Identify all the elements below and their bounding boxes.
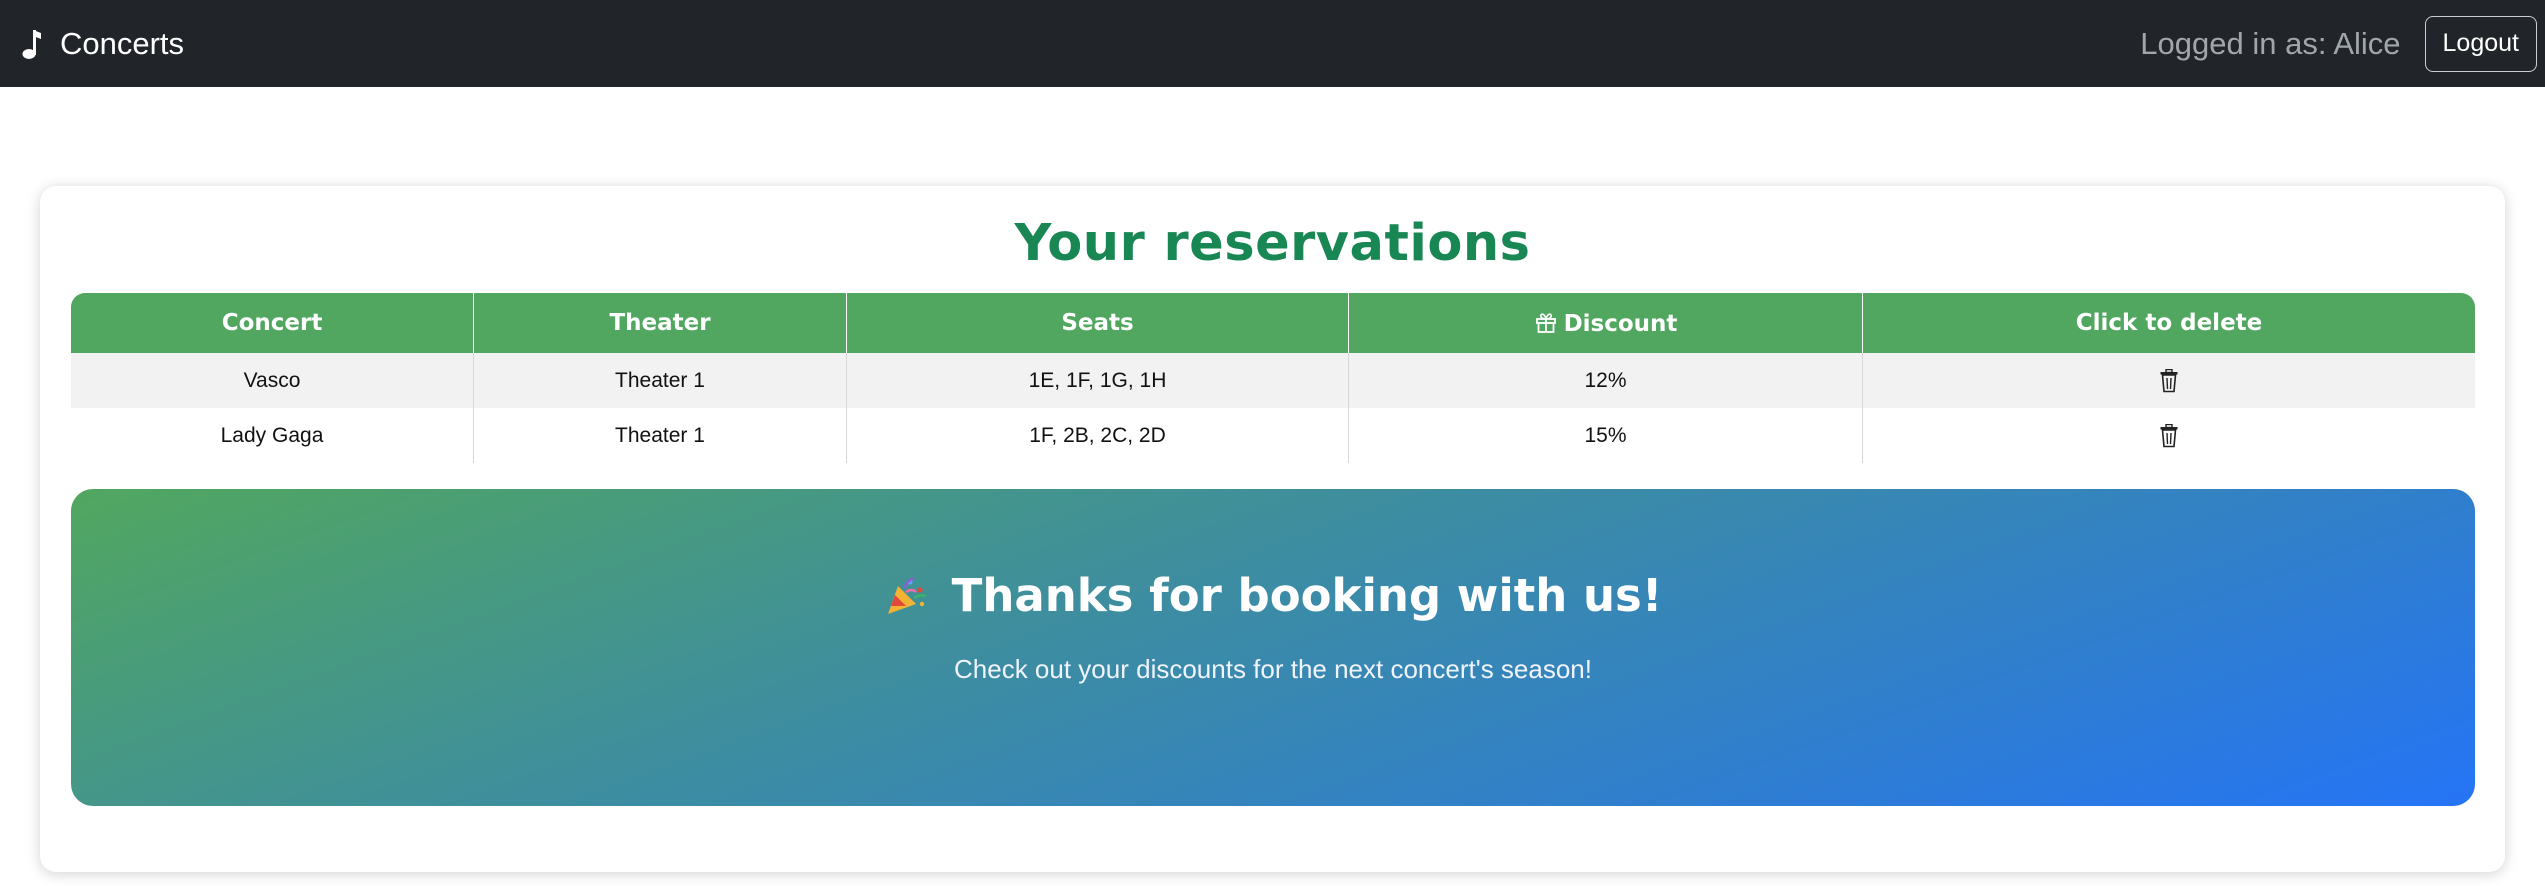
- cell-discount: 15%: [1349, 408, 1863, 463]
- cell-delete: [1863, 353, 2475, 408]
- reservations-card: Your reservations Concert Theater Seats: [40, 186, 2505, 872]
- logged-in-text: Logged in as: Alice: [2140, 25, 2401, 61]
- music-note-icon: [22, 27, 42, 61]
- party-popper-icon: [887, 576, 927, 614]
- reservations-table: Concert Theater Seats Discount Click to …: [71, 293, 2475, 463]
- column-header-discount-label: Discount: [1563, 310, 1678, 337]
- banner-subtitle: Check out your discounts for the next co…: [954, 654, 1592, 684]
- page-title: Your reservations: [1014, 214, 1531, 273]
- cell-discount: 12%: [1349, 353, 1863, 408]
- nav-right: Logged in as: Alice Logout: [2140, 15, 2537, 72]
- gift-icon: [1535, 312, 1556, 333]
- table-row: Vasco Theater 1 1E, 1F, 1G, 1H 12%: [71, 353, 2475, 408]
- trash-icon[interactable]: [2159, 368, 2179, 393]
- banner-title: Thanks for booking with us!: [71, 569, 2475, 622]
- column-header-discount: Discount: [1349, 293, 1863, 353]
- column-header-concert: Concert: [71, 293, 474, 353]
- cell-seats: 1E, 1F, 1G, 1H: [847, 353, 1349, 408]
- trash-icon[interactable]: [2159, 423, 2179, 448]
- column-header-seats: Seats: [847, 293, 1349, 353]
- cell-delete: [1863, 408, 2475, 463]
- cell-concert: Lady Gaga: [71, 408, 474, 463]
- table-header-row: Concert Theater Seats Discount Click to …: [71, 293, 2475, 353]
- table-row: Lady Gaga Theater 1 1F, 2B, 2C, 2D 15%: [71, 408, 2475, 463]
- cell-theater: Theater 1: [474, 408, 847, 463]
- logout-button[interactable]: Logout: [2424, 15, 2537, 72]
- brand[interactable]: Concerts: [22, 26, 184, 62]
- brand-label: Concerts: [60, 25, 185, 61]
- cell-concert: Vasco: [71, 353, 474, 408]
- cell-theater: Theater 1: [474, 353, 847, 408]
- column-header-theater: Theater: [474, 293, 847, 353]
- banner-title-text: Thanks for booking with us!: [951, 569, 1663, 622]
- cell-seats: 1F, 2B, 2C, 2D: [847, 408, 1349, 463]
- column-header-delete: Click to delete: [1863, 293, 2475, 353]
- thanks-banner: Thanks for booking with us! Check out yo…: [71, 489, 2475, 806]
- navbar: Concerts Logged in as: Alice Logout: [0, 0, 2545, 87]
